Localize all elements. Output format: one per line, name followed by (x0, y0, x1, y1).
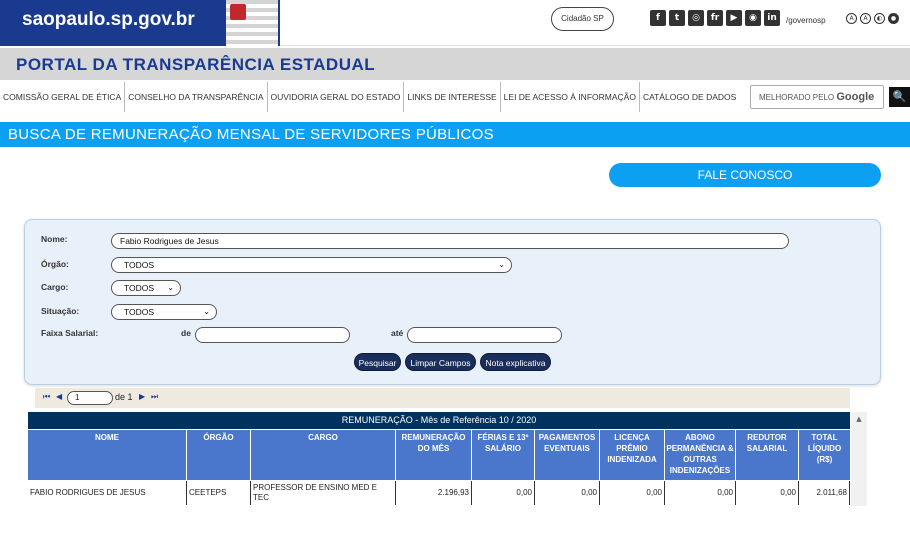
nav-links-interesse[interactable]: LINKS DE INTERESSE (404, 82, 501, 112)
accessibility-controls: A A ◐ ● (846, 13, 899, 24)
nome-label: Nome: (41, 234, 68, 244)
limpar-campos-button[interactable]: Limpar Campos (405, 353, 476, 371)
situacao-select[interactable]: TODOS ⌄ (111, 304, 217, 320)
cell-licenca: 0,00 (600, 481, 665, 505)
cell-abono: 0,00 (665, 481, 736, 505)
flickr-icon[interactable]: fr (707, 10, 723, 26)
th-orgao: ÓRGÃO (187, 430, 251, 480)
th-ferias: FÉRIAS E 13º SALÁRIO (472, 430, 535, 480)
cell-ferias: 0,00 (472, 481, 535, 505)
nav-ouvidoria[interactable]: OUVIDORIA GERAL DO ESTADO (268, 82, 405, 112)
nav-lei-acesso[interactable]: LEI DE ACESSO À INFORMAÇÃO (501, 82, 640, 112)
th-remuneracao: REMUNERAÇÃO DO MÊS (396, 430, 472, 480)
nome-input[interactable]: Fabio Rodrigues de Jesus (111, 233, 789, 249)
contrast-icon[interactable]: ◐ (874, 13, 885, 24)
table-row[interactable]: FABIO RODRIGUES DE JESUS CEETEPS PROFESS… (28, 481, 850, 505)
font-decrease-icon[interactable]: A (846, 13, 857, 24)
scroll-up-icon[interactable]: ▲ (851, 412, 867, 426)
orgao-select[interactable]: TODOS ⌄ (111, 257, 512, 273)
seal-icon (230, 4, 246, 20)
search-form: Nome: Fabio Rodrigues de Jesus Órgão: TO… (24, 219, 881, 385)
chevron-down-icon: ⌄ (167, 283, 174, 292)
search-button[interactable]: 🔍 (889, 87, 910, 107)
cidadao-sp-button[interactable]: Cidadão SP (551, 7, 614, 31)
dark-mode-icon[interactable]: ● (888, 13, 899, 24)
page-input[interactable]: 1 (67, 391, 113, 405)
section-title: BUSCA DE REMUNERAÇÃO MENSAL DE SERVIDORE… (8, 126, 494, 143)
nav-conselho-transparencia[interactable]: CONSELHO DA TRANSPARÊNCIA (125, 82, 268, 112)
nav-comissao-etica[interactable]: COMISSÃO GERAL DE ÉTICA (0, 82, 126, 112)
search-prefix: MELHORADO PELO (759, 93, 835, 102)
search-icon: 🔍 (892, 90, 907, 103)
cell-redutor: 0,00 (736, 481, 799, 505)
cell-remuneracao: 2.196,93 (396, 481, 472, 505)
ate-label: até (391, 328, 404, 338)
orgao-value: TODOS (124, 260, 155, 270)
instagram-icon[interactable]: ◎ (688, 10, 704, 26)
table-caption: REMUNERAÇÃO - Mês de Referência 10 / 202… (28, 412, 850, 429)
search-input[interactable]: MELHORADO PELO Google (750, 85, 884, 109)
results-table: REMUNERAÇÃO - Mês de Referência 10 / 202… (28, 412, 850, 508)
th-total: TOTAL LÍQUIDO (R$) (799, 430, 850, 480)
cell-nome: FABIO RODRIGUES DE JESUS (28, 481, 187, 505)
th-cargo: CARGO (251, 430, 396, 480)
nav-catalogo-dados[interactable]: CATÁLOGO DE DADOS (640, 82, 739, 112)
th-nome: NOME (28, 430, 187, 480)
faixa-label: Faixa Salarial: (41, 328, 99, 338)
cargo-select[interactable]: TODOS ⌄ (111, 280, 181, 296)
chevron-down-icon: ⌄ (498, 260, 505, 269)
twitter-icon[interactable]: t (669, 10, 685, 26)
pager: ⏮ ◀ 1 de 1 ▶ ⏭ (35, 388, 850, 408)
faixa-ate-input[interactable] (407, 327, 562, 343)
situacao-label: Situação: (41, 306, 80, 316)
page-count: de 1 (115, 392, 133, 402)
de-label: de (181, 328, 191, 338)
first-page-icon[interactable]: ⏮ (43, 392, 50, 402)
th-redutor: REDUTOR SALARIAL (736, 430, 799, 480)
th-abono: ABONO PERMANÊNCIA & OUTRAS INDENIZAÇÕES (665, 430, 736, 480)
orgao-label: Órgão: (41, 259, 69, 269)
facebook-icon[interactable]: f (650, 10, 666, 26)
cell-orgao: CEETEPS (187, 481, 251, 505)
cargo-value: TODOS (124, 283, 155, 293)
sp-flag-icon (224, 0, 278, 46)
chevron-down-icon: ⌄ (203, 307, 210, 316)
font-increase-icon[interactable]: A (860, 13, 871, 24)
google-logo: Google (836, 91, 875, 103)
table-header: NOME ÓRGÃO CARGO REMUNERAÇÃO DO MÊS FÉRI… (28, 430, 850, 480)
youtube-icon[interactable]: ▶ (726, 10, 742, 26)
logo-text: saopaulo.sp.gov.br (22, 9, 195, 30)
portal-header: PORTAL DA TRANSPARÊNCIA ESTADUAL (0, 48, 910, 80)
nota-explicativa-button[interactable]: Nota explicativa (480, 353, 551, 371)
cell-cargo: PROFESSOR DE ENSINO MED E TEC (251, 481, 396, 505)
cell-pagamentos: 0,00 (535, 481, 600, 505)
prev-page-icon[interactable]: ◀ (56, 392, 62, 401)
th-licenca: LICENÇA PRÊMIO INDENIZADA (600, 430, 665, 480)
linkedin-icon[interactable]: in (764, 10, 780, 26)
social-links: f t ◎ fr ▶ ◉ in (650, 10, 780, 26)
th-pagamentos: PAGAMENTOS EVENTUAIS (535, 430, 600, 480)
portal-title[interactable]: PORTAL DA TRANSPARÊNCIA ESTADUAL (16, 55, 375, 75)
cargo-label: Cargo: (41, 282, 69, 292)
pesquisar-button[interactable]: Pesquisar (354, 353, 401, 371)
last-page-icon[interactable]: ⏭ (151, 392, 158, 402)
situacao-value: TODOS (124, 307, 155, 317)
next-page-icon[interactable]: ▶ (139, 392, 145, 401)
issuu-icon[interactable]: ◉ (745, 10, 761, 26)
fale-conosco-button[interactable]: FALE CONOSCO (609, 163, 881, 187)
table-scrollbar[interactable] (851, 412, 867, 506)
social-handle: /governosp (786, 16, 826, 25)
faixa-de-input[interactable] (195, 327, 350, 343)
cell-total: 2.011,68 (799, 481, 850, 505)
top-bar: saopaulo.sp.gov.br Cidadão SP f t ◎ fr ▶… (0, 0, 910, 46)
section-header: BUSCA DE REMUNERAÇÃO MENSAL DE SERVIDORE… (0, 122, 910, 147)
